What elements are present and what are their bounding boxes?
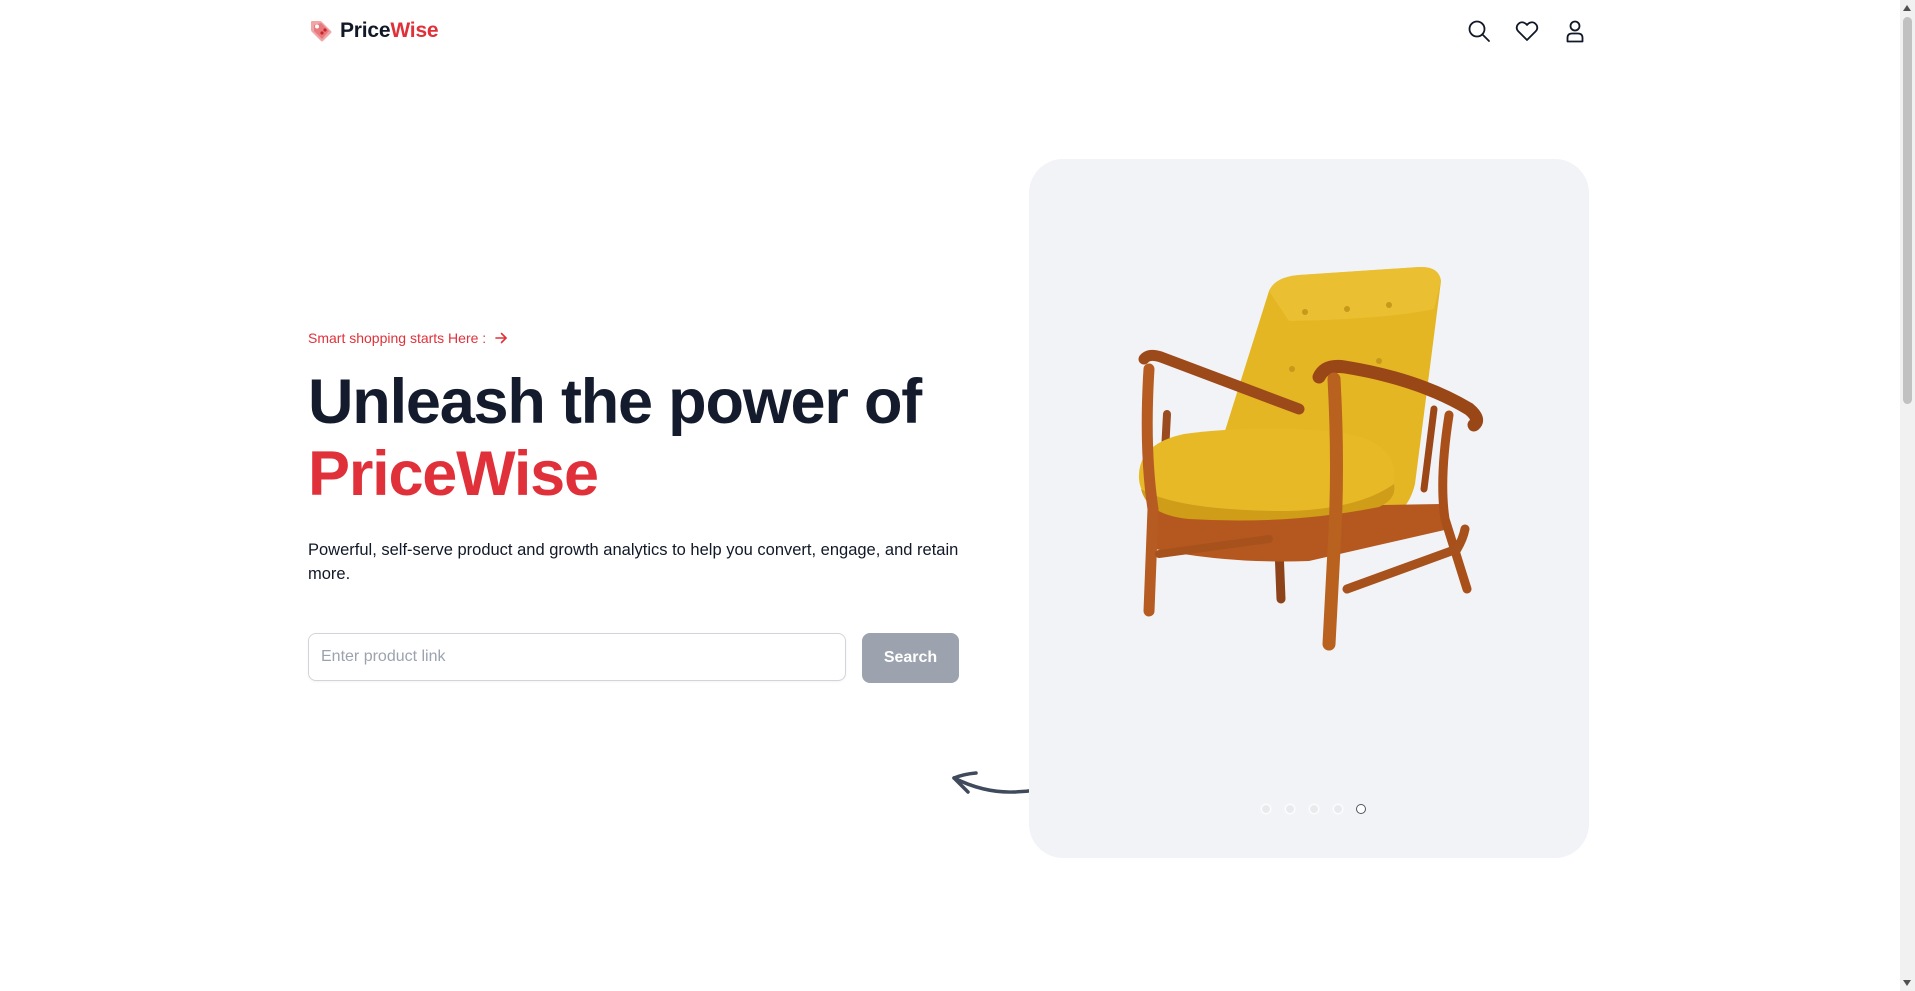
search-icon[interactable] — [1466, 18, 1492, 44]
carousel-dot[interactable] — [1285, 804, 1295, 814]
logo-link[interactable]: PriceWise — [308, 18, 439, 44]
search-form: Search — [308, 633, 959, 683]
price-tag-icon — [311, 21, 332, 42]
navbar: PriceWise — [308, 14, 1588, 48]
carousel-indicators — [1261, 804, 1365, 814]
logo-text: PriceWise — [340, 19, 439, 42]
heart-icon[interactable] — [1514, 18, 1540, 44]
carousel-dot-active[interactable] — [1357, 805, 1365, 813]
carousel-dot[interactable] — [1333, 804, 1343, 814]
tagline-text: Smart shopping starts Here : — [308, 330, 487, 346]
hero-carousel — [1029, 159, 1589, 858]
arrow-right-icon — [495, 332, 507, 344]
vertical-scrollbar[interactable] — [1900, 0, 1915, 991]
hero-content: Smart shopping starts Here : Unleash the… — [308, 330, 988, 683]
product-link-input[interactable] — [308, 633, 846, 681]
scroll-up-arrow[interactable] — [1903, 5, 1911, 11]
hero-description: Powerful, self-serve product and growth … — [308, 541, 959, 583]
scroll-down-arrow[interactable] — [1903, 980, 1911, 986]
hero-headline: Unleash the power of PriceWise — [308, 366, 988, 510]
scroll-thumb[interactable] — [1903, 17, 1912, 404]
headline-text: Unleash the power of — [308, 367, 922, 437]
carousel-dot[interactable] — [1309, 804, 1319, 814]
search-button[interactable]: Search — [862, 633, 959, 683]
nav-icon-group — [1466, 18, 1588, 44]
user-icon[interactable] — [1562, 18, 1588, 44]
headline-brand: PriceWise — [308, 439, 599, 509]
carousel-dot[interactable] — [1261, 804, 1271, 814]
page: PriceWise Smart shopping starts Here : U… — [0, 0, 1915, 991]
chair-image — [1138, 266, 1484, 651]
tagline: Smart shopping starts Here : — [308, 330, 988, 346]
